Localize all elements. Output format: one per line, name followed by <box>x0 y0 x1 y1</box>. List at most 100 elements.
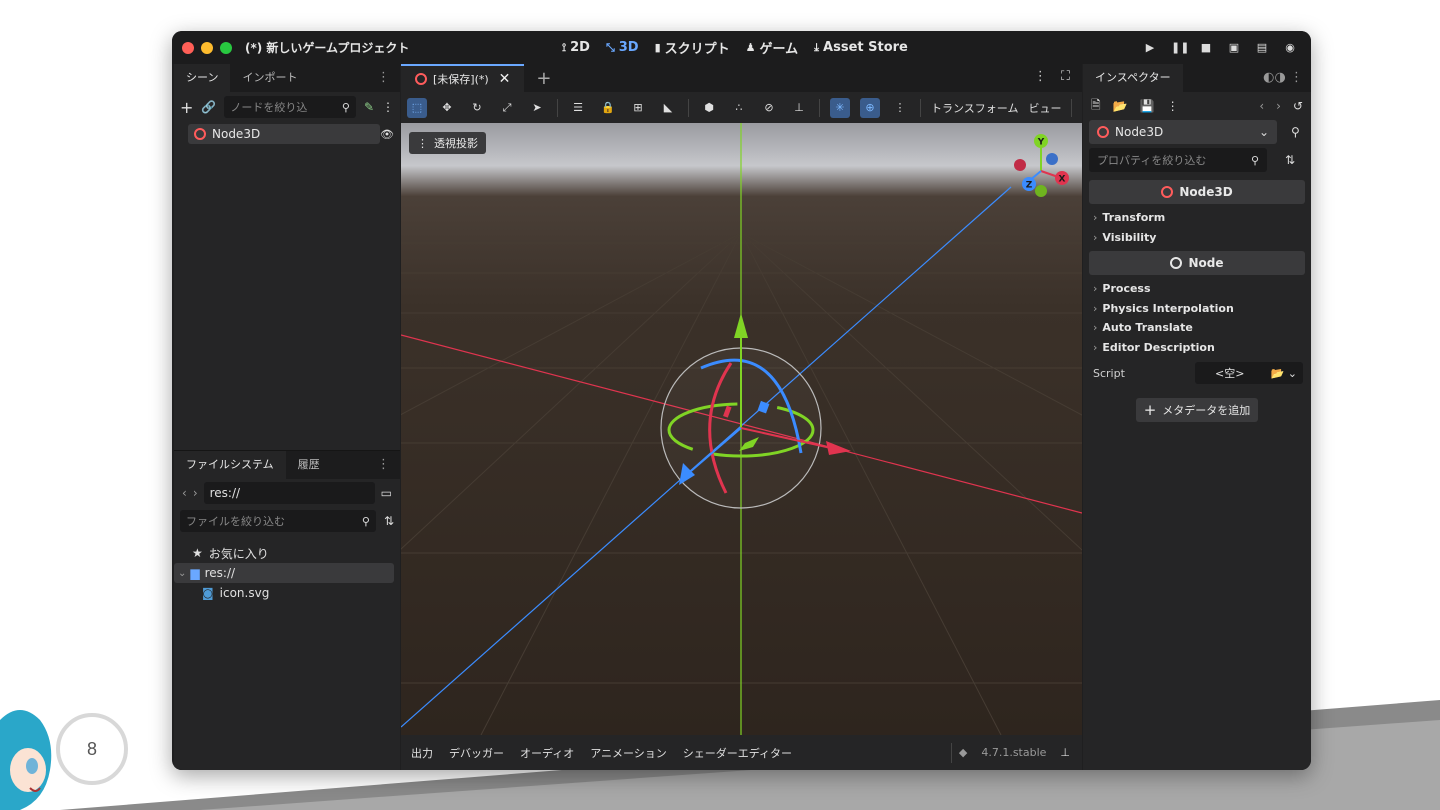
search-icon: ⚲ <box>1250 153 1259 167</box>
favorites-item[interactable]: ★ お気に入り <box>174 543 400 563</box>
link-icon[interactable]: 🔗 <box>201 100 216 114</box>
visibility-eye-icon[interactable]: 👁 <box>380 128 394 141</box>
transform-menu[interactable]: トランスフォーム <box>931 100 1018 116</box>
tab-script[interactable]: ▮ スクリプト <box>655 38 730 57</box>
add-metadata-button[interactable]: + メタデータを追加 <box>1136 398 1258 422</box>
distraction-free-icon[interactable]: ⛶ <box>1061 69 1070 84</box>
lock-icon[interactable]: 🔒 <box>598 98 618 118</box>
scale-mode-icon[interactable]: ⤢ <box>497 98 517 118</box>
filesystem-menu-icon[interactable]: ⋮ <box>377 457 390 472</box>
add-scene-tab-icon[interactable]: + <box>536 68 551 89</box>
file-filter-input[interactable]: ファイルを絞り込む ⚲ <box>180 510 376 532</box>
scene-toolbar: + 🔗 ノードを絞り込 ⚲ ✎ ⋮ <box>174 92 400 122</box>
toolbar-divider <box>557 98 558 117</box>
history-forward-icon[interactable]: › <box>1276 99 1281 113</box>
pin-icon[interactable]: ⊥ <box>789 98 809 118</box>
measure-icon[interactable]: ◣ <box>658 98 678 118</box>
movie-maker-icon[interactable]: ◉ <box>1283 41 1297 54</box>
open-resource-icon[interactable]: 📂 <box>1113 99 1128 113</box>
group-process[interactable]: › Process <box>1083 279 1311 299</box>
tab-filesystem[interactable]: ファイルシステム <box>174 451 286 479</box>
forward-icon[interactable]: › <box>193 486 198 500</box>
section-node3d[interactable]: Node3D <box>1089 180 1305 204</box>
3d-icon: ⤡ <box>605 40 615 54</box>
node-filter-input[interactable]: ノードを絞り込 ⚲ <box>224 96 356 118</box>
perspective-menu-button[interactable]: ⋮ 透視投影 <box>409 132 486 154</box>
icon-svg-item[interactable]: ◙ icon.svg <box>174 583 400 603</box>
history-icon[interactable]: ↺ <box>1293 99 1303 113</box>
add-node-icon[interactable]: + <box>180 98 193 117</box>
scene-menu-icon[interactable]: ⋮ <box>382 100 394 114</box>
tab-inspector[interactable]: インスペクター <box>1083 64 1183 92</box>
tree-item-node3d[interactable]: Node3D 👁 <box>188 124 394 144</box>
tab-import[interactable]: インポート <box>230 64 309 92</box>
tab-2d[interactable]: ⟟ 2D <box>562 40 590 55</box>
tab-asset-store[interactable]: ⤓ Asset Store <box>814 40 908 55</box>
back-icon[interactable]: ‹ <box>182 486 187 500</box>
3d-viewport[interactable]: Y X Z ⋮ 透視投影 <box>401 123 1082 735</box>
close-tab-icon[interactable]: ✕ <box>499 71 511 87</box>
group-physics-interpolation[interactable]: › Physics Interpolation <box>1083 299 1311 319</box>
tab-animation[interactable]: アニメーション <box>590 745 667 761</box>
group-visibility[interactable]: › Visibility <box>1083 228 1311 248</box>
chevron-right-icon: › <box>1093 211 1098 225</box>
node-selector[interactable]: Node3D ⌄ <box>1089 120 1277 144</box>
history-back-icon[interactable]: ‹ <box>1259 99 1264 113</box>
preview-sun-icon[interactable]: ✳ <box>830 97 850 118</box>
viewport-options-icon[interactable]: ⋮ <box>890 98 910 118</box>
resource-menu-icon[interactable]: ⋮ <box>1167 99 1179 113</box>
move-mode-icon[interactable]: ✥ <box>437 98 457 118</box>
tab-debugger[interactable]: デバッガー <box>449 745 504 761</box>
scene-tab-unsaved[interactable]: [未保存](*) ✕ <box>401 64 525 92</box>
scene-list-menu-icon[interactable]: ⋮ <box>1034 69 1047 84</box>
attach-script-icon[interactable]: ✎ <box>364 100 374 114</box>
plus-icon: + <box>1143 401 1157 419</box>
tab-game[interactable]: ♟ ゲーム <box>746 38 799 57</box>
group-auto-translate[interactable]: › Auto Translate <box>1083 318 1311 338</box>
tab-scene[interactable]: シーン <box>174 64 231 92</box>
group-icon[interactable]: ⊞ <box>628 98 648 118</box>
tab-audio[interactable]: オーディオ <box>520 745 574 761</box>
section-node[interactable]: Node <box>1089 251 1305 275</box>
group-transform[interactable]: › Transform <box>1083 208 1311 228</box>
preview-environment-icon[interactable]: ⊕ <box>860 97 880 118</box>
toolbar-divider <box>1071 98 1073 117</box>
path-field[interactable]: res:// <box>203 482 375 504</box>
stop-icon[interactable]: ■ <box>1199 41 1213 54</box>
snap-icon[interactable]: ∴ <box>729 98 749 118</box>
script-value-picker[interactable]: <空> 📂 ⌄ <box>1195 362 1303 384</box>
play-custom-scene-icon[interactable]: ▤ <box>1255 41 1269 54</box>
play-icon[interactable]: ▶ <box>1143 41 1157 54</box>
zoom-window-button[interactable] <box>220 41 232 54</box>
inspector-dock-menu-icon[interactable]: ◐◑ ⋮ <box>1263 70 1303 85</box>
split-view-icon[interactable]: ▭ <box>381 486 392 500</box>
property-filter-input[interactable]: プロパティを絞り込む ⚲ <box>1089 148 1267 172</box>
viewport-canvas[interactable]: Y X Z <box>401 123 1082 735</box>
pause-icon[interactable]: ❚❚ <box>1171 41 1189 54</box>
minimize-window-button[interactable] <box>201 41 213 54</box>
expand-chevron-icon[interactable]: ⌄ <box>178 568 186 579</box>
property-settings-icon[interactable]: ⇅ <box>1285 153 1295 167</box>
sun-preview-icon[interactable]: ⊘ <box>759 98 779 118</box>
save-resource-icon[interactable]: 💾 <box>1140 99 1155 113</box>
res-folder-item[interactable]: ⌄ ▆ res:// <box>174 563 394 583</box>
rotate-mode-icon[interactable]: ↻ <box>467 98 487 118</box>
tab-3d[interactable]: ⤡ 3D <box>606 40 639 55</box>
group-editor-description[interactable]: › Editor Description <box>1083 338 1311 358</box>
tab-history[interactable]: 履歴 <box>286 451 332 479</box>
open-docs-icon[interactable]: ⚲ <box>1291 125 1300 139</box>
list-select-icon[interactable]: ➤ <box>527 98 547 118</box>
local-space-icon[interactable]: ⬢ <box>699 98 719 118</box>
sort-icon[interactable]: ⇅ <box>384 514 394 528</box>
pin-panel-icon[interactable]: ⊥ <box>1060 746 1070 759</box>
tab-output[interactable]: 出力 <box>411 745 433 761</box>
play-scene-icon[interactable]: ▣ <box>1227 41 1241 54</box>
new-resource-icon[interactable]: 🗎 <box>1091 96 1101 117</box>
ruler-mode-icon[interactable]: ☰ <box>568 98 588 118</box>
close-window-button[interactable] <box>182 41 194 54</box>
load-script-icon[interactable]: 📂 ⌄ <box>1271 367 1297 380</box>
select-mode-icon[interactable]: ⬚ <box>407 97 427 118</box>
view-menu[interactable]: ビュー <box>1028 100 1061 116</box>
dock-menu-icon[interactable]: ⋮ <box>377 70 390 85</box>
tab-shader-editor[interactable]: シェーダーエディター <box>683 745 792 761</box>
